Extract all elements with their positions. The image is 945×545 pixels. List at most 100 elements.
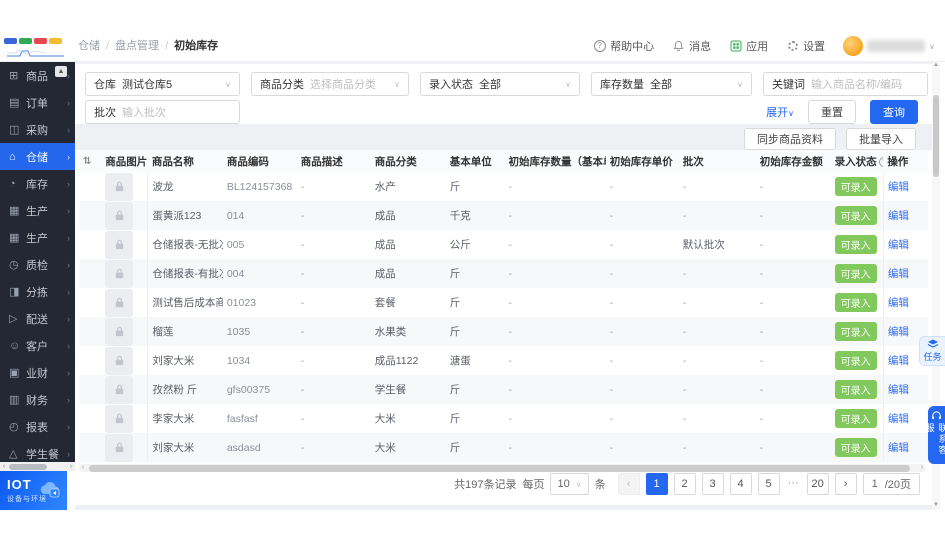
edit-link[interactable]: 编辑 bbox=[888, 326, 909, 338]
table-scrollbar-thumb[interactable] bbox=[89, 464, 910, 472]
category-select[interactable]: 商品分类 选择商品分类 ∨ bbox=[251, 72, 409, 96]
chevron-down-icon: ∨ bbox=[394, 79, 400, 89]
sidebar-item-quality[interactable]: ◷ 质检 › bbox=[0, 251, 75, 278]
lock-icon bbox=[115, 384, 123, 395]
scroll-up-icon[interactable]: ▲ bbox=[932, 62, 940, 70]
sidebar-item-finance[interactable]: ▥ 财务 › bbox=[0, 386, 75, 413]
breadcrumb-stocktake[interactable]: 盘点管理 bbox=[115, 40, 159, 52]
iot-logo-block[interactable]: IOT 设备与环境 bbox=[0, 471, 67, 510]
main-scrollbar-thumb[interactable] bbox=[933, 95, 939, 177]
lock-icon bbox=[115, 413, 123, 424]
table-row: 波龙 BL124157368- 水产斤 - - - - 可录入 编辑 bbox=[79, 172, 928, 201]
lock-icon bbox=[115, 355, 123, 366]
customer-service-tab[interactable]: 联系客服 bbox=[925, 406, 945, 464]
help-center-button[interactable]: ? 帮助中心 bbox=[593, 38, 654, 54]
sidebar-item-production[interactable]: ▦ 生产 › bbox=[0, 197, 75, 224]
entry-status-select[interactable]: 录入状态 全部 ∨ bbox=[420, 72, 580, 96]
edit-link[interactable]: 编辑 bbox=[888, 355, 909, 367]
page-button-4[interactable]: 4 bbox=[729, 473, 752, 495]
product-name: 刘家大米 bbox=[152, 442, 195, 454]
sidebar-item-purchase[interactable]: ◫ 采购 › bbox=[0, 116, 75, 143]
initial-amount: - bbox=[759, 267, 764, 280]
sidebar-item-student-meal[interactable]: △ 学生餐 › bbox=[0, 440, 75, 462]
column-settings-icon[interactable]: ⇅ bbox=[83, 156, 91, 167]
initial-price: - bbox=[609, 325, 614, 338]
page-button-20[interactable]: 20 bbox=[806, 473, 829, 495]
breadcrumb-warehouse[interactable]: 仓储 bbox=[78, 40, 100, 52]
table-row: 蛋黄派123 014 - 成品 千克 - - - - 可录入 编辑 bbox=[79, 201, 928, 230]
messages-button[interactable]: 消息 bbox=[672, 38, 711, 54]
sidebar-scrollbar-thumb[interactable] bbox=[9, 463, 47, 470]
search-button[interactable]: 查询 bbox=[870, 100, 918, 124]
sidebar-item-business-finance[interactable]: ▣ 业财 › bbox=[0, 359, 75, 386]
status-badge: 可录入 bbox=[834, 409, 877, 428]
edit-link[interactable]: 编辑 bbox=[888, 239, 909, 251]
settings-button[interactable]: 设置 bbox=[786, 38, 825, 54]
page-button-5[interactable]: 5 bbox=[757, 473, 780, 495]
page-button-3[interactable]: 3 bbox=[701, 473, 724, 495]
edit-link[interactable]: 编辑 bbox=[888, 181, 909, 193]
page-button-1[interactable]: 1 bbox=[645, 473, 668, 495]
product-category: 大米 bbox=[374, 442, 396, 454]
edit-link[interactable]: 编辑 bbox=[888, 384, 909, 396]
apps-button[interactable]: 应用 bbox=[729, 38, 768, 54]
edit-link[interactable]: 编辑 bbox=[888, 268, 909, 280]
page-jump-box[interactable]: 1 /20页 bbox=[862, 473, 920, 495]
edit-link[interactable]: 编辑 bbox=[888, 442, 909, 454]
reset-button[interactable]: 重置 bbox=[808, 100, 856, 124]
initial-price: - bbox=[609, 238, 614, 251]
edit-link[interactable]: 编辑 bbox=[888, 297, 909, 309]
batch: 默认批次 bbox=[682, 239, 725, 251]
initial-qty: - bbox=[508, 238, 512, 251]
status-badge: 可录入 bbox=[834, 177, 877, 196]
edit-link[interactable]: 编辑 bbox=[888, 210, 909, 222]
sidebar-item-label: 客户 bbox=[26, 340, 48, 353]
product-name: 李家大米 bbox=[152, 413, 195, 425]
sidebar-item-production2[interactable]: ▦ 生产 › bbox=[0, 224, 75, 251]
edit-link[interactable]: 编辑 bbox=[888, 413, 909, 425]
sync-goods-button[interactable]: 同步商品资料 bbox=[744, 128, 836, 150]
stock-qty-select[interactable]: 库存数量 全部 ∨ bbox=[591, 72, 752, 96]
delivery-icon: ▷ bbox=[9, 313, 18, 325]
base-unit: 斤 bbox=[449, 181, 461, 193]
info-icon[interactable]: ? bbox=[878, 156, 884, 167]
table-horizontal-scrollbar[interactable]: ‹ › bbox=[79, 464, 926, 472]
scroll-left-icon[interactable]: ‹ bbox=[0, 462, 8, 471]
product-code: fasfasf bbox=[226, 412, 258, 425]
chevron-right-icon: › bbox=[67, 286, 70, 297]
batch-input[interactable]: 批次 输入批次 bbox=[85, 100, 240, 124]
sidebar-item-warehouse[interactable]: ⌂ 仓储 › bbox=[0, 143, 75, 170]
sidebar-scroll-up-arrow[interactable]: ▲ bbox=[55, 66, 67, 77]
sidebar-item-label: 订单 bbox=[26, 97, 48, 110]
warehouse-select[interactable]: 仓库 测试仓库5 ∨ bbox=[85, 72, 240, 96]
page-size-select[interactable]: 10 ∨ bbox=[550, 473, 589, 495]
scroll-right-icon[interactable]: › bbox=[67, 462, 75, 471]
sidebar-item-report[interactable]: ◴ 报表 › bbox=[0, 413, 75, 440]
keyword-input[interactable]: 关键词 输入商品名称/编码 bbox=[763, 72, 928, 96]
sidebar-item-delivery[interactable]: ▷ 配送 › bbox=[0, 305, 75, 332]
prev-page-button[interactable]: ‹ bbox=[617, 473, 640, 495]
initial-amount: - bbox=[759, 238, 764, 251]
task-floating-tab[interactable]: 任务 bbox=[919, 336, 945, 366]
batch-import-button[interactable]: 批量导入 bbox=[846, 128, 916, 150]
batch: - bbox=[682, 209, 687, 222]
initial-qty: - bbox=[508, 412, 512, 425]
expand-filters-link[interactable]: 展开∨ bbox=[766, 104, 794, 120]
initial-qty: - bbox=[508, 267, 512, 280]
scroll-left-icon[interactable]: ‹ bbox=[79, 464, 87, 472]
scroll-down-icon[interactable]: ▼ bbox=[932, 502, 940, 510]
user-menu[interactable]: ∨ bbox=[843, 36, 935, 56]
lock-icon bbox=[115, 239, 123, 250]
sidebar-item-order[interactable]: ▤ 订单 › bbox=[0, 89, 75, 116]
sidebar-item-inventory[interactable]: ◔ 库存 › bbox=[0, 170, 75, 197]
page-button-2[interactable]: 2 bbox=[673, 473, 696, 495]
scroll-right-icon[interactable]: › bbox=[918, 464, 926, 472]
inventory-table: ⇅商品图片商品名称商品编码商品描述商品分类基本单位初始库存数量（基本单位）初始库… bbox=[79, 150, 928, 462]
sidebar-item-sorting[interactable]: ◨ 分拣 › bbox=[0, 278, 75, 305]
sidebar-item-customer[interactable]: ☺ 客户 › bbox=[0, 332, 75, 359]
product-name: 仓储报表-有批次 bbox=[152, 268, 223, 280]
next-page-button[interactable]: › bbox=[834, 473, 857, 495]
sidebar-horizontal-scrollbar[interactable]: ‹ › bbox=[0, 462, 75, 471]
app-logo bbox=[4, 38, 74, 60]
initial-price: - bbox=[609, 441, 614, 454]
